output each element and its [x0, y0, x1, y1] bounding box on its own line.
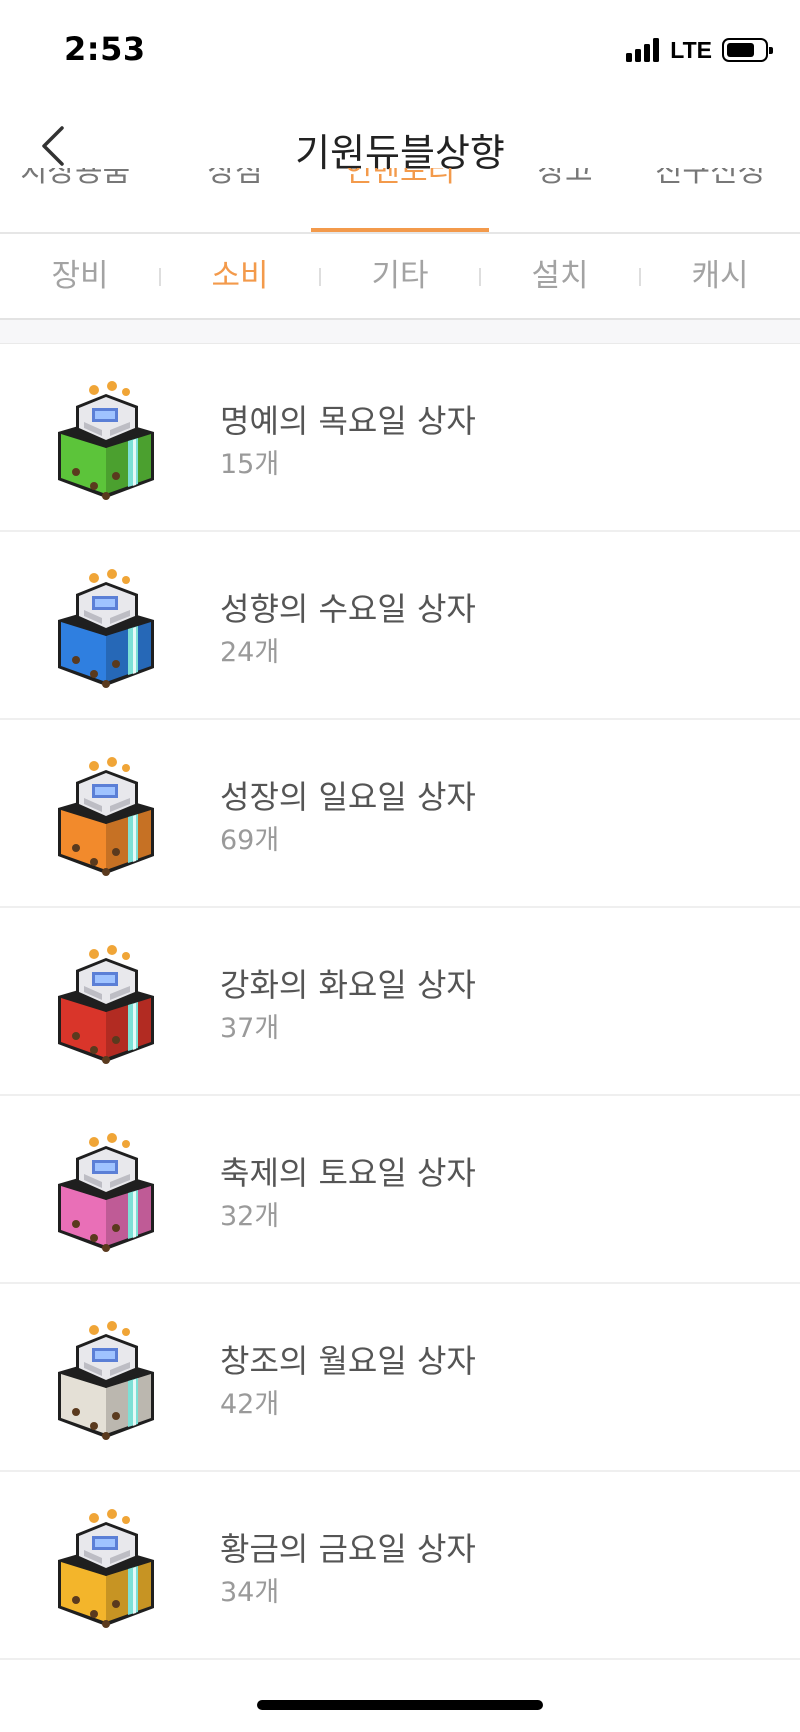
primary-tab[interactable]: 치장용품 [0, 168, 155, 234]
gold-gift-box-icon [50, 1504, 162, 1630]
sub-tab-setup[interactable]: 설치 [480, 234, 640, 318]
pink-gift-box-icon [50, 1128, 162, 1254]
primary-tab-label: 치장용품 [19, 168, 131, 189]
section-gap [0, 320, 800, 344]
list-item[interactable]: 성장의 일요일 상자 69개 [0, 720, 800, 908]
primary-tab[interactable]: 친구신청 [630, 168, 790, 234]
home-indicator [257, 1700, 543, 1710]
tab-separator [479, 268, 481, 286]
primary-tab-label: 상점 [207, 168, 263, 189]
item-list: 명예의 목요일 상자 15개성향의 수요일 상자 24개성장의 일요일 상자 69개강… [0, 344, 800, 1660]
primary-tab-label: 친구신청 [654, 168, 766, 189]
item-count: 42개 [220, 1389, 280, 1420]
item-count: 37개 [220, 1013, 280, 1044]
red-gift-box-icon [50, 940, 162, 1066]
status-time: 2:53 [64, 30, 146, 68]
item-count: 69개 [220, 825, 280, 856]
item-count: 34개 [220, 1577, 280, 1608]
item-name: 강화의 화요일 상자 [220, 966, 476, 1004]
green-gift-box-icon [50, 376, 162, 502]
tab-separator [319, 268, 321, 286]
list-item[interactable]: 강화의 화요일 상자 37개 [0, 908, 800, 1096]
item-count: 15개 [220, 449, 280, 480]
item-name: 축제의 토요일 상자 [220, 1154, 476, 1192]
item-count: 32개 [220, 1201, 280, 1232]
item-count: 24개 [220, 637, 280, 668]
battery-icon [722, 38, 773, 62]
status-indicators: LTE [626, 36, 773, 64]
list-item[interactable]: 창조의 월요일 상자 42개 [0, 1284, 800, 1472]
primary-tab-active[interactable]: 인벤토리 [320, 168, 480, 234]
sub-tab-equipment[interactable]: 장비 [0, 234, 160, 318]
primary-tab-label: 인벤토리 [344, 168, 456, 189]
white-gift-box-icon [50, 1316, 162, 1442]
tab-separator [639, 268, 641, 286]
blue-gift-box-icon [50, 564, 162, 690]
orange-gift-box-icon [50, 752, 162, 878]
primary-tab-label: 창고 [537, 168, 593, 189]
list-item[interactable]: 황금의 금요일 상자 34개 [0, 1472, 800, 1660]
item-name: 명예의 목요일 상자 [220, 402, 476, 440]
sub-tab-consumable[interactable]: 소비 [160, 234, 320, 318]
primary-tab[interactable]: 창고 [485, 168, 645, 234]
list-item[interactable]: 축제의 토요일 상자 32개 [0, 1096, 800, 1284]
list-item[interactable]: 성향의 수요일 상자 24개 [0, 532, 800, 720]
item-name: 황금의 금요일 상자 [220, 1530, 476, 1568]
sub-tab-etc[interactable]: 기타 [320, 234, 480, 318]
status-bar: 2:53 LTE [0, 0, 800, 100]
item-name: 창조의 월요일 상자 [220, 1342, 476, 1380]
item-name: 성장의 일요일 상자 [220, 778, 476, 816]
list-item[interactable]: 명예의 목요일 상자 15개 [0, 344, 800, 532]
primary-tabs: 치장용품 상점 인벤토리 창고 친구신청 [0, 168, 800, 234]
item-name: 성향의 수요일 상자 [220, 590, 476, 628]
network-label: LTE [670, 36, 712, 63]
signal-icon [626, 38, 662, 62]
sub-tab-cash[interactable]: 캐시 [640, 234, 800, 318]
tab-separator [159, 268, 161, 286]
sub-tabs: 장비 소비 기타 설치 캐시 [0, 234, 800, 318]
primary-tab[interactable]: 상점 [155, 168, 315, 234]
